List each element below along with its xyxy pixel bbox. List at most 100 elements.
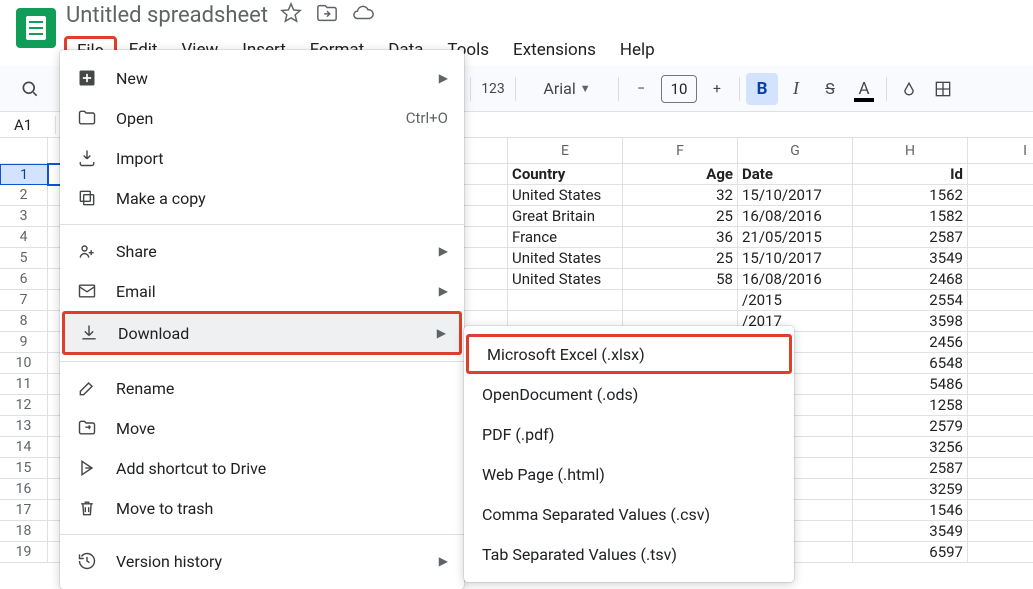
cell[interactable]: United States (508, 185, 623, 206)
cell[interactable]: 2468 (853, 269, 968, 290)
cloud-icon[interactable] (352, 2, 374, 28)
menu-item-move-to-trash[interactable]: Move to trash (60, 488, 464, 528)
cell[interactable]: 58 (623, 269, 738, 290)
cell[interactable]: 16/08/2016 (738, 206, 853, 227)
cell[interactable] (968, 353, 1033, 374)
cell[interactable]: 2579 (853, 416, 968, 437)
menu-extensions[interactable]: Extensions (501, 36, 608, 66)
strikethrough-button[interactable]: S (814, 73, 846, 105)
row-header[interactable]: 3 (0, 206, 48, 227)
download-option[interactable]: Microsoft Excel (.xlsx) (466, 334, 792, 374)
cell[interactable]: 3549 (853, 248, 968, 269)
cell[interactable]: Date (738, 164, 853, 185)
row-header[interactable]: 14 (0, 437, 48, 458)
cell[interactable] (968, 395, 1033, 416)
cell[interactable]: Great Britain (508, 206, 623, 227)
cell[interactable] (968, 185, 1033, 206)
row-header[interactable]: 12 (0, 395, 48, 416)
cell[interactable]: 16/08/2016 (738, 269, 853, 290)
cell[interactable]: United States (508, 269, 623, 290)
cell[interactable]: Age (623, 164, 738, 185)
cell[interactable]: 32 (623, 185, 738, 206)
cell[interactable]: 25 (623, 248, 738, 269)
download-option[interactable]: PDF (.pdf) (464, 414, 794, 454)
cell[interactable] (968, 542, 1033, 563)
cell[interactable] (968, 269, 1033, 290)
row-header[interactable]: 7 (0, 290, 48, 311)
cell[interactable] (968, 374, 1033, 395)
document-title[interactable]: Untitled spreadsheet (66, 3, 268, 28)
star-icon[interactable] (280, 2, 302, 28)
font-increase-button[interactable]: + (701, 73, 733, 105)
cell[interactable] (968, 311, 1033, 332)
menu-item-share[interactable]: Share▶ (60, 231, 464, 271)
column-header[interactable]: I (968, 138, 1033, 163)
column-header[interactable]: G (738, 138, 853, 163)
menu-item-add-shortcut-to-drive[interactable]: Add shortcut to Drive (60, 448, 464, 488)
row-header[interactable]: 10 (0, 353, 48, 374)
cell[interactable]: 3549 (853, 521, 968, 542)
cell[interactable] (508, 290, 623, 311)
cell[interactable]: 25 (623, 206, 738, 227)
cell[interactable]: 2456 (853, 332, 968, 353)
cell[interactable]: 21/05/2015 (738, 227, 853, 248)
cell[interactable]: 5486 (853, 374, 968, 395)
cell[interactable]: 6548 (853, 353, 968, 374)
cell[interactable]: /2015 (738, 290, 853, 311)
cell[interactable] (623, 290, 738, 311)
cell[interactable]: 1582 (853, 206, 968, 227)
text-color-button[interactable]: A (848, 73, 880, 105)
row-header[interactable]: 8 (0, 311, 48, 332)
sheets-logo[interactable] (16, 8, 56, 48)
cell[interactable] (968, 479, 1033, 500)
font-size-input[interactable]: 10 (661, 75, 697, 103)
cell[interactable]: 3256 (853, 437, 968, 458)
download-option[interactable]: Tab Separated Values (.tsv) (464, 534, 794, 574)
row-header[interactable]: 19 (0, 542, 48, 563)
menu-item-download[interactable]: Download▶ (62, 311, 462, 355)
cell[interactable] (968, 500, 1033, 521)
menu-item-move[interactable]: Move (60, 408, 464, 448)
cell[interactable]: Country (508, 164, 623, 185)
cell[interactable]: 2587 (853, 227, 968, 248)
row-header[interactable]: 6 (0, 269, 48, 290)
cell[interactable] (968, 206, 1033, 227)
row-header[interactable]: 5 (0, 248, 48, 269)
menu-item-make-a-copy[interactable]: Make a copy (60, 178, 464, 218)
cell[interactable] (968, 437, 1033, 458)
cell[interactable]: 2554 (853, 290, 968, 311)
bold-button[interactable]: B (746, 73, 778, 105)
borders-button[interactable] (927, 73, 959, 105)
row-header[interactable]: 18 (0, 521, 48, 542)
cell[interactable]: 15/10/2017 (738, 248, 853, 269)
download-option[interactable]: Web Page (.html) (464, 454, 794, 494)
cell[interactable] (968, 416, 1033, 437)
row-header[interactable]: 15 (0, 458, 48, 479)
cell[interactable]: 2587 (853, 458, 968, 479)
cell[interactable]: Id (853, 164, 968, 185)
fill-color-button[interactable] (893, 73, 925, 105)
row-header[interactable]: 1 (0, 164, 48, 185)
column-header[interactable]: F (623, 138, 738, 163)
cell[interactable]: 3598 (853, 311, 968, 332)
name-box[interactable]: A1 (0, 116, 56, 134)
download-option[interactable]: Comma Separated Values (.csv) (464, 494, 794, 534)
move-icon[interactable] (316, 2, 338, 28)
row-header[interactable]: 16 (0, 479, 48, 500)
search-icon[interactable] (8, 79, 52, 99)
cell[interactable]: 6597 (853, 542, 968, 563)
italic-button[interactable]: I (780, 73, 812, 105)
row-header[interactable]: 17 (0, 500, 48, 521)
row-header[interactable]: 13 (0, 416, 48, 437)
menu-item-email[interactable]: Email▶ (60, 271, 464, 311)
select-all-corner[interactable] (0, 138, 48, 163)
column-header[interactable]: E (508, 138, 623, 163)
menu-help[interactable]: Help (608, 36, 667, 66)
cell[interactable]: 1258 (853, 395, 968, 416)
font-decrease-button[interactable]: − (625, 73, 657, 105)
row-header[interactable]: 11 (0, 374, 48, 395)
download-option[interactable]: OpenDocument (.ods) (464, 374, 794, 414)
menu-item-version-history[interactable]: Version history▶ (60, 541, 464, 581)
cell[interactable] (968, 458, 1033, 479)
row-header[interactable]: 2 (0, 185, 48, 206)
